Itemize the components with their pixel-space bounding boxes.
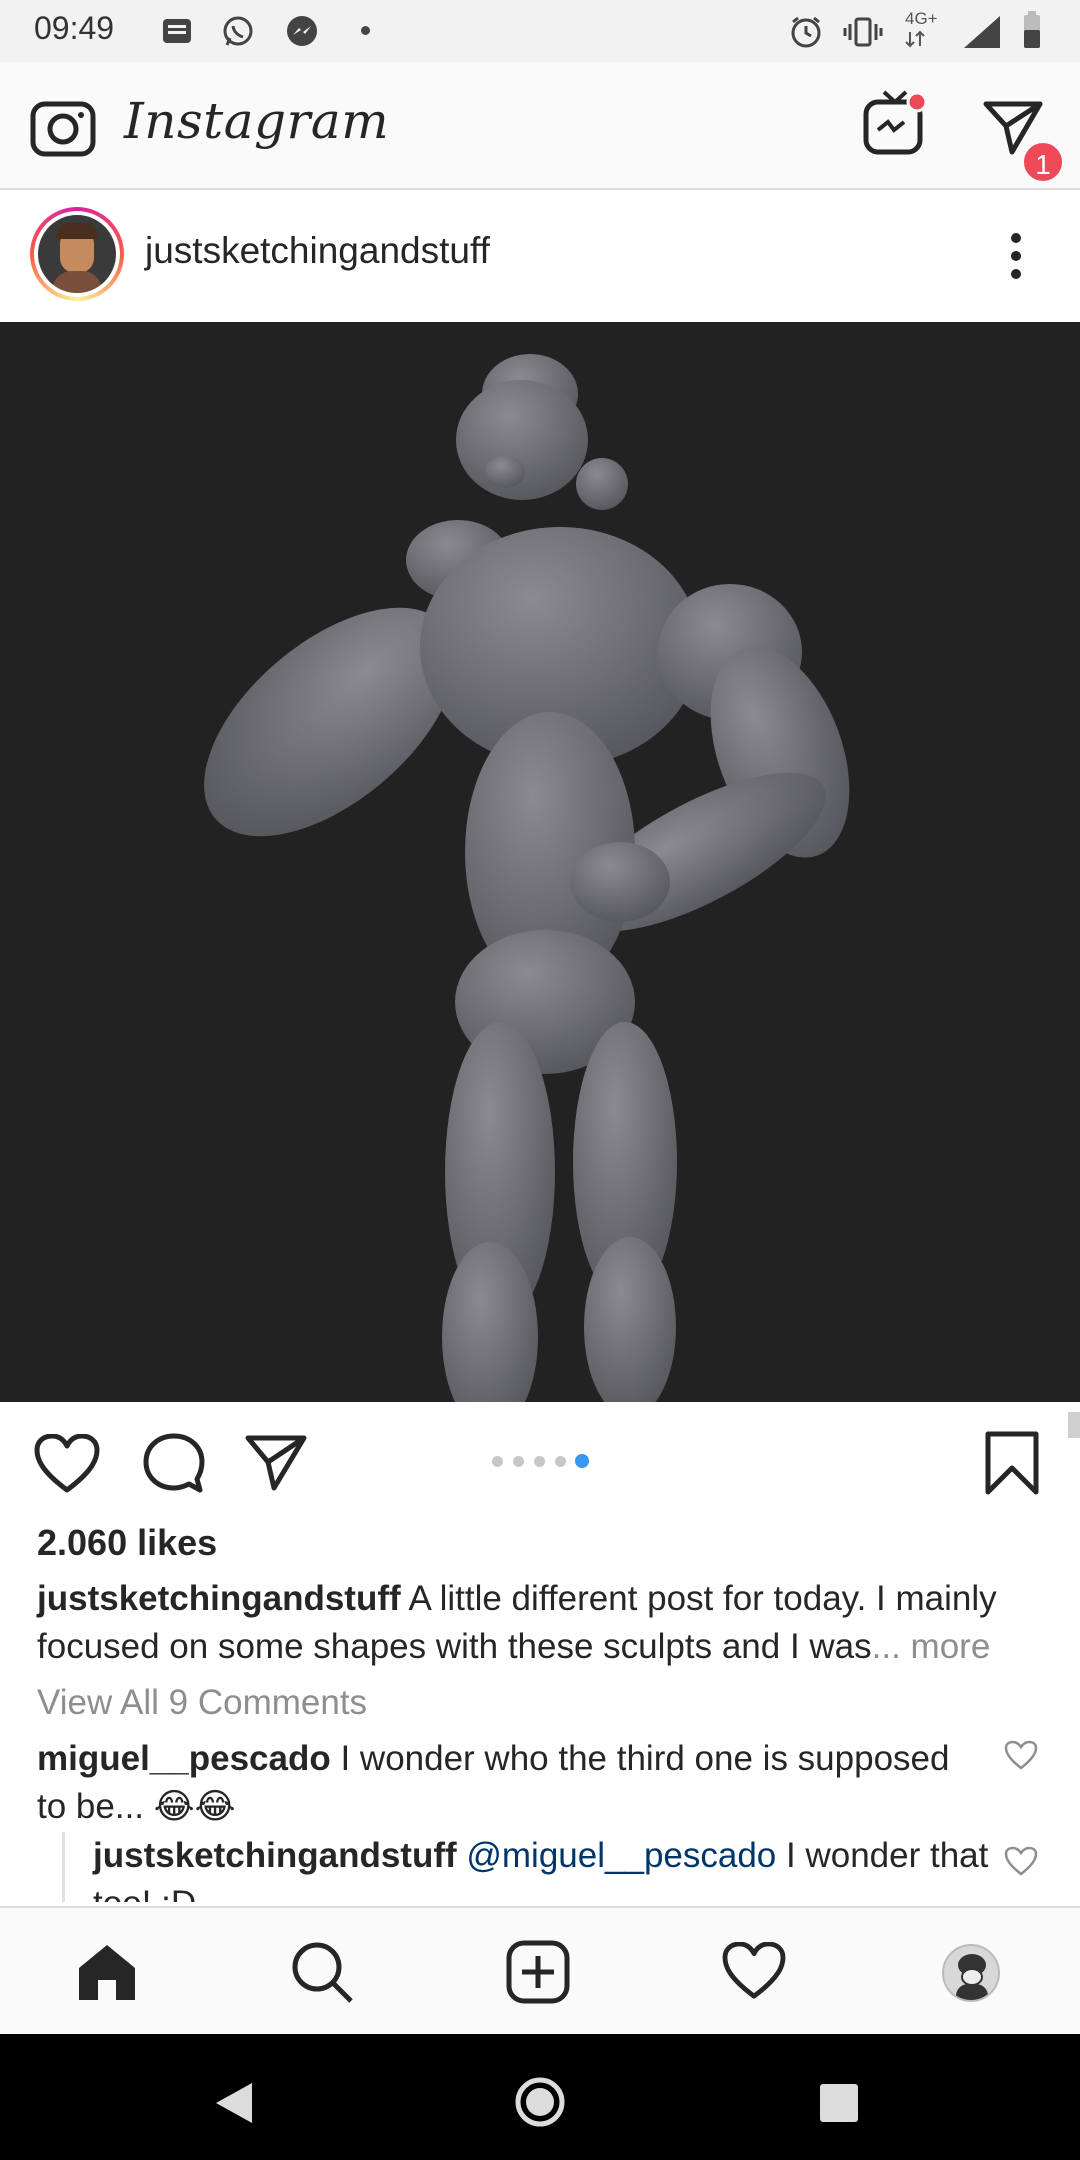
new-post-icon[interactable] — [506, 1940, 570, 2004]
news-icon — [163, 19, 191, 43]
back-icon[interactable] — [212, 2080, 256, 2126]
comment-like-icon[interactable] — [1004, 1740, 1038, 1770]
post-actions — [0, 1402, 1080, 1532]
home-button-icon[interactable] — [514, 2076, 566, 2128]
comment: miguel__pescado I wonder who the third o… — [37, 1735, 977, 1831]
dm-badge: 1 — [1021, 140, 1065, 184]
sculpture-figure-image — [204, 354, 850, 1434]
carousel-dot — [555, 1456, 566, 1467]
carousel-dot — [513, 1456, 524, 1467]
like-heart-icon[interactable] — [34, 1434, 100, 1494]
post-username[interactable]: justsketchingandstuff — [145, 230, 490, 272]
status-time: 09:49 — [34, 10, 115, 46]
comment-icon[interactable] — [142, 1432, 206, 1496]
post-header: justsketchingandstuff — [0, 190, 1080, 322]
caption-more-link[interactable]: ... more — [872, 1627, 991, 1666]
post-caption: justsketchingandstuff A little different… — [37, 1575, 1047, 1671]
data-arrows-icon — [905, 30, 925, 48]
post-image[interactable] — [0, 322, 1080, 1434]
reply-thread: justsketchingandstuff @miguel__pescado I… — [62, 1832, 1022, 1902]
view-all-comments-link[interactable]: View All 9 Comments — [37, 1683, 367, 1723]
recents-icon[interactable] — [818, 2082, 860, 2124]
signal-icon — [964, 16, 1000, 48]
avatar — [38, 215, 116, 293]
caption-username[interactable]: justsketchingandstuff — [37, 1579, 401, 1618]
reply-like-icon[interactable] — [1004, 1846, 1038, 1876]
likes-count[interactable]: 2.060 likes — [37, 1522, 217, 1564]
alarm-icon — [791, 16, 821, 48]
carousel-dot — [534, 1456, 545, 1467]
home-icon[interactable] — [76, 1942, 138, 2002]
reply-comment: justsketchingandstuff @miguel__pescado I… — [93, 1832, 1022, 1902]
whatsapp-icon — [223, 16, 253, 46]
app-logo: Instagram — [124, 92, 390, 150]
igtv-icon[interactable] — [862, 88, 928, 158]
profile-avatar[interactable] — [942, 1944, 1000, 2002]
battery-icon — [1024, 11, 1040, 48]
comment-username[interactable]: miguel__pescado — [37, 1739, 331, 1778]
activity-heart-icon[interactable] — [722, 1942, 786, 2000]
carousel-dot-active — [575, 1454, 589, 1468]
app-header: Instagram 1 — [0, 62, 1080, 190]
system-navigation-bar — [0, 2034, 1080, 2160]
more-options-icon[interactable] — [1006, 230, 1026, 282]
status-bar: 09:49 4G+ — [0, 0, 1080, 62]
reply-mention[interactable]: @miguel__pescado — [466, 1836, 776, 1875]
reply-username[interactable]: justsketchingandstuff — [93, 1836, 457, 1875]
share-icon[interactable] — [244, 1432, 308, 1492]
carousel-dot — [492, 1456, 503, 1467]
scrollbar[interactable] — [1068, 1412, 1080, 1438]
story-ring[interactable] — [30, 207, 124, 301]
search-icon[interactable] — [290, 1940, 354, 2004]
more-notifications-dot — [361, 26, 370, 35]
bottom-navigation — [0, 1906, 1080, 2034]
network-type: 4G+ — [905, 9, 938, 28]
vibrate-icon — [843, 17, 883, 47]
messenger-icon — [287, 16, 317, 46]
camera-icon[interactable] — [30, 96, 96, 158]
bookmark-icon[interactable] — [984, 1430, 1040, 1496]
